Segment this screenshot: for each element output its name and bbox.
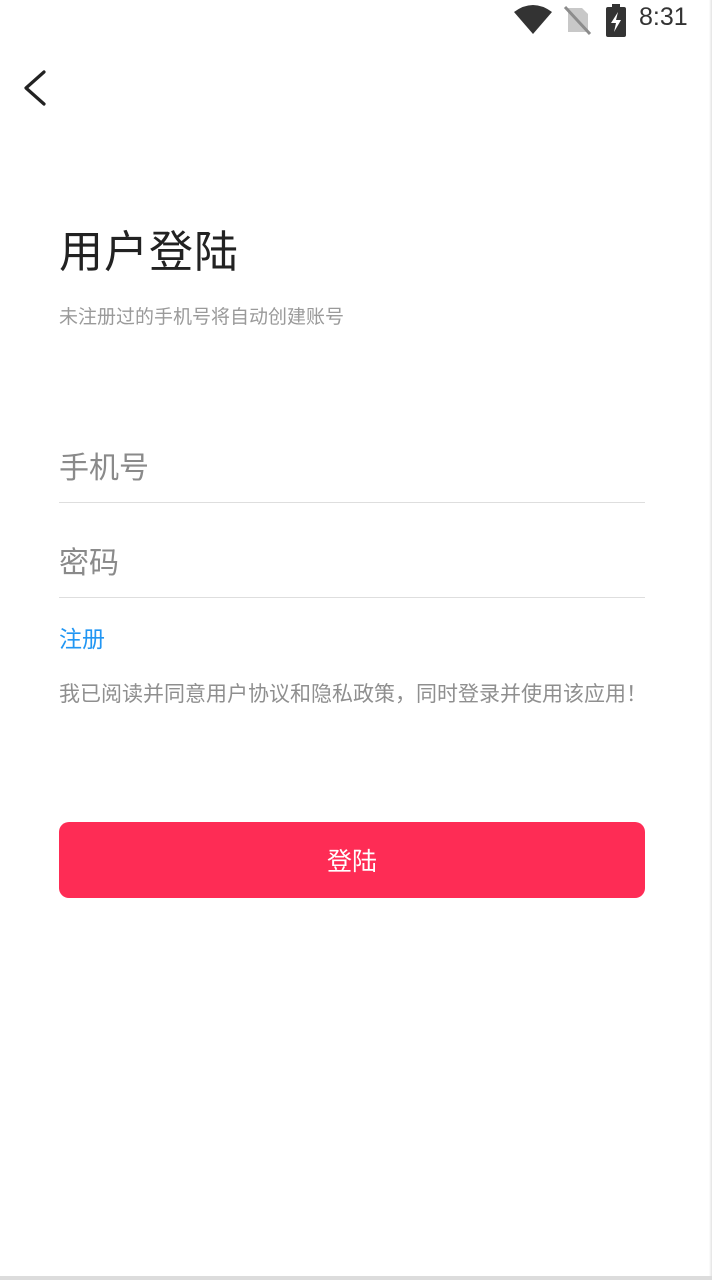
password-input[interactable] <box>59 529 645 597</box>
password-field <box>59 529 645 598</box>
status-bar: 8:31 <box>0 0 712 40</box>
agreement-text: 我已阅读并同意用户协议和隐私政策，同时登录并使用该应用！ <box>59 682 647 706</box>
no-sim-icon <box>562 4 592 40</box>
login-screen: 8:31 用户登陆 未注册过的手机号将自动创建账号 注册 我已阅读并同意用户协议… <box>0 0 712 1280</box>
wifi-icon <box>512 4 554 40</box>
page-subtitle: 未注册过的手机号将自动创建账号 <box>59 306 345 328</box>
login-button[interactable]: 登陆 <box>59 822 645 898</box>
battery-charging-icon <box>604 4 628 42</box>
register-link[interactable]: 注册 <box>59 620 105 654</box>
phone-field <box>59 434 645 503</box>
status-time: 8:31 <box>639 3 688 31</box>
chevron-left-icon <box>14 70 62 116</box>
phone-input[interactable] <box>59 434 645 502</box>
page-title: 用户登陆 <box>59 227 239 278</box>
back-button[interactable] <box>14 64 62 112</box>
screen-bottom-edge <box>0 1276 712 1280</box>
